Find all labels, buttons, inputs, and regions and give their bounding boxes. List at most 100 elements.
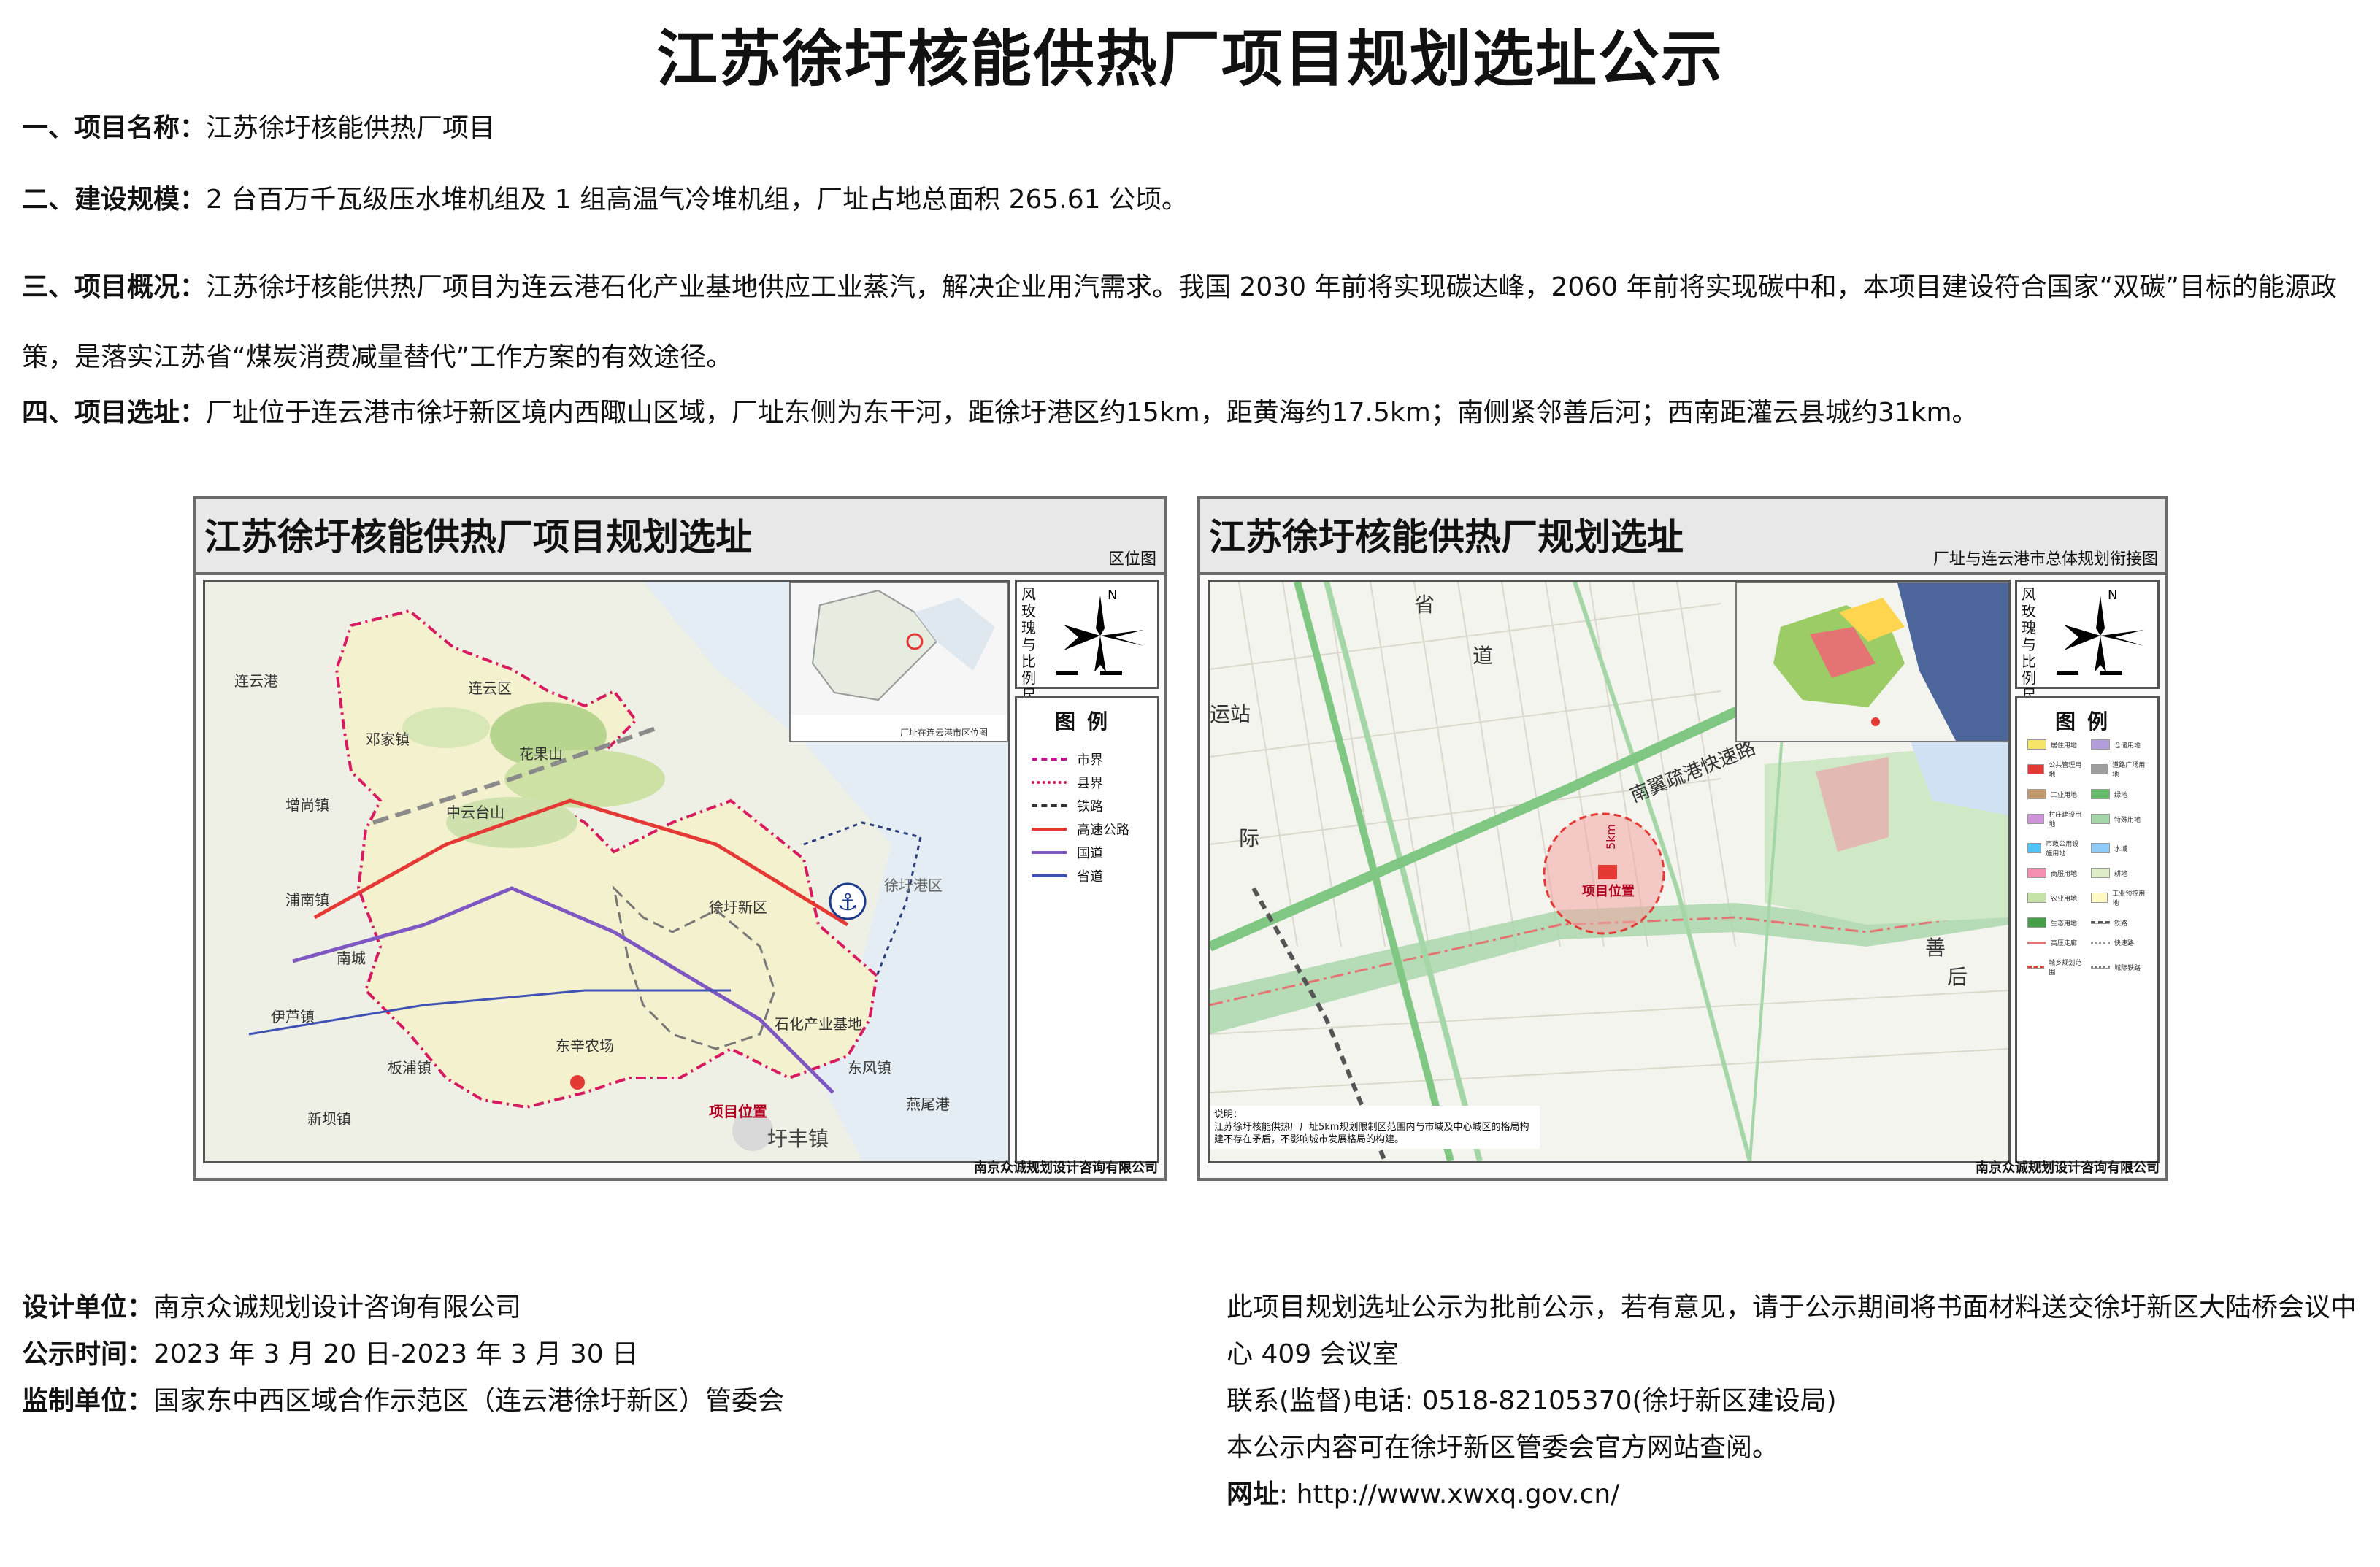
- legend-swatch: [2027, 917, 2046, 928]
- legend-grid: 居住用地 仓储用地 公共管理用地 道路广场用地 工业用地 绿地 村庄建设用地 特…: [2027, 739, 2147, 977]
- map-label: 际: [1239, 826, 1260, 850]
- legend-item: 铁路: [1032, 796, 1103, 815]
- legend-label: 农业用地: [2051, 895, 2078, 903]
- planning-map: 江苏徐圩核能供热厂规划选址 厂址与连云港市总体规划衔接图 省 道 运站 际 南翼…: [1197, 496, 2168, 1181]
- legend-label: 市政公用设施用地: [2046, 841, 2079, 858]
- legend-label: 工业用地: [2051, 791, 2078, 799]
- supervisor-row: 监制单位：国家东中西区域合作示范区（连云港徐圩新区）管委会: [22, 1378, 784, 1425]
- supervisor-label: 监制单位：: [22, 1386, 154, 1416]
- supervisor-value: 国家东中西区域合作示范区（连云港徐圩新区）管委会: [153, 1386, 785, 1416]
- legend-item: 县界: [1032, 773, 1103, 792]
- section-label: 二、建设规模：: [22, 185, 207, 215]
- inset-map: [1735, 582, 2008, 742]
- legend-item: 道路广场用地: [2091, 760, 2147, 779]
- legend-swatch: [2027, 764, 2045, 774]
- place-label: 东风镇: [848, 1059, 891, 1077]
- place-label: 邓家镇: [366, 731, 410, 748]
- compass-panel: 风玫瑰与比例尺 N: [1015, 580, 1159, 704]
- map-title: 江苏徐圩核能供热厂规划选址: [1209, 516, 1684, 558]
- place-label: 中云台山: [446, 804, 504, 821]
- inset-caption: 厂址在连云港市区位图: [900, 728, 989, 738]
- legend-swatch: [2027, 893, 2046, 903]
- legend-swatch: [2091, 893, 2108, 903]
- legend-item: 绿地: [2091, 789, 2147, 799]
- legend-swatch: [2091, 843, 2110, 853]
- legend-label: 村庄建设用地: [2049, 812, 2082, 828]
- legend-item: 工业用地: [2027, 789, 2084, 799]
- legend-swatch: [1032, 874, 1067, 877]
- legend-panel: 图例 市界 县界 铁路 高速公路 国道 省道: [1015, 696, 1159, 1163]
- notice-info: 此项目规划选址公示为批前公示，若有意见，请于公示期间将书面材料送交徐圩新区大陆桥…: [1227, 1285, 2365, 1518]
- map-label: 省: [1414, 593, 1435, 617]
- legend-item: 农业用地: [2027, 888, 2084, 907]
- map-titlebar: 江苏徐圩核能供热厂项目规划选址 区位图: [196, 499, 1164, 575]
- legend-item: 国道: [1032, 843, 1103, 862]
- legend-swatch: [2027, 789, 2046, 799]
- contact-phone: 联系(监督)电话: 0518-82105370(徐圩新区建设局): [1227, 1386, 1837, 1416]
- map-label: 运站: [1210, 702, 1251, 726]
- map-subtitle: 厂址与连云港市总体规划衔接图: [1932, 550, 2158, 569]
- legend-swatch: [2027, 814, 2045, 824]
- legend-label: 绿地: [2114, 791, 2128, 799]
- design-unit-row: 设计单位：南京众诚规划设计咨询有限公司: [22, 1285, 784, 1331]
- section-overview: 三、项目概况：江苏徐圩核能供热厂项目为连云港石化产业基地供应工业蒸汽，解决企业用…: [22, 253, 2365, 393]
- legend-item: 仓储用地: [2091, 739, 2147, 750]
- place-label: 浦南镇: [285, 891, 329, 909]
- section-text: 江苏徐圩核能供热厂项目: [206, 113, 496, 143]
- legend-title: 图例: [2054, 709, 2119, 734]
- legend-label: 商服用地: [2051, 870, 2078, 878]
- legend-label: 省道: [1077, 869, 1103, 885]
- svg-text:N: N: [2108, 588, 2117, 603]
- section-label: 三、项目概况：: [22, 272, 207, 302]
- legend-label: 生态用地: [2051, 920, 2078, 928]
- map-title: 江苏徐圩核能供热厂项目规划选址: [204, 516, 752, 558]
- map-footer: 南京众诚规划设计咨询有限公司: [974, 1160, 1158, 1176]
- place-label: 新坝镇: [307, 1110, 351, 1128]
- map-footer: 南京众诚规划设计咨询有限公司: [1976, 1160, 2160, 1176]
- legend-swatch: [1032, 851, 1067, 854]
- place-label: 伊芦镇: [271, 1008, 315, 1025]
- notice-text: 此项目规划选址公示为批前公示，若有意见，请于公示期间将书面材料送交徐圩新区大陆桥…: [1227, 1293, 2357, 1369]
- legend-item: 高压走廊: [2027, 938, 2084, 947]
- section-text: 2 台百万千瓦级压水堆机组及 1 组高温气冷堆机组，厂址占地总面积 265.61…: [206, 185, 1189, 215]
- legend-label: 水域: [2114, 845, 2128, 853]
- place-label: 燕尾港: [906, 1096, 950, 1113]
- legend-item: 高速公路: [1032, 820, 1129, 839]
- legend-item: 耕地: [2091, 868, 2147, 878]
- legend-swatch: [2027, 868, 2046, 878]
- planning-map-canvas: 省 道 运站 际 南翼疏港快速路 善 后 项目位置 5km 说明： 江苏徐圩核能…: [1208, 580, 2011, 1163]
- map-label: 道: [1473, 644, 1494, 668]
- legend-label: 县界: [1077, 776, 1103, 791]
- legend-swatch: [1032, 828, 1067, 831]
- website-link[interactable]: : http://www.xwxq.gov.cn/: [1279, 1479, 1619, 1509]
- legend-swatch: [2027, 739, 2046, 750]
- compass-label: 风玫瑰与比例尺: [1021, 585, 1036, 704]
- legend-label: 市界: [1077, 752, 1103, 768]
- legend-swatch: [2091, 814, 2110, 824]
- legend-item: 铁路: [2091, 917, 2147, 928]
- map-subtitle: 区位图: [1108, 550, 1156, 569]
- section-project-name: 一、项目名称：江苏徐圩核能供热厂项目: [22, 109, 2365, 147]
- legend-label: 居住用地: [2051, 742, 2078, 750]
- legend-item: 市政公用设施用地: [2027, 839, 2084, 858]
- legend-label: 铁路: [2114, 920, 2128, 928]
- legend-label: 城乡规划范围: [2049, 960, 2082, 977]
- legend-swatch: [2027, 843, 2042, 853]
- legend-label: 仓储用地: [2114, 742, 2141, 750]
- design-info: 设计单位：南京众诚规划设计咨询有限公司 公示时间：2023 年 3 月 20 日…: [22, 1285, 784, 1425]
- map-body: 省 道 运站 际 南翼疏港快速路 善 后 项目位置 5km 说明： 江苏徐圩核能…: [1208, 580, 2160, 1163]
- legend-item: 城际铁路: [2091, 958, 2147, 977]
- legend-label: 快速路: [2114, 940, 2135, 947]
- period-value: 2023 年 3 月 20 日-2023 年 3 月 30 日: [153, 1339, 639, 1369]
- website-note: 本公示内容可在徐圩新区管委会官方网站查阅。: [1227, 1433, 1779, 1463]
- legend-item: 工业预控用地: [2091, 888, 2147, 907]
- map-body: ⚓ 连云区 花果山 中云台山 徐圩新区 徐圩港区 石化产业基地 东辛农场 项目位…: [203, 580, 1159, 1163]
- svg-text:⚓: ⚓: [837, 888, 859, 916]
- design-unit-label: 设计单位：: [22, 1293, 154, 1322]
- place-label: 徐圩港区: [884, 877, 943, 894]
- site-label: 项目位置: [1582, 884, 1635, 899]
- inset-map: 厂址在连云港市区位图: [789, 582, 1008, 742]
- radius-label: 5km: [1604, 823, 1619, 850]
- legend-swatch: [2027, 966, 2045, 969]
- legend-item: 公共管理用地: [2027, 760, 2084, 779]
